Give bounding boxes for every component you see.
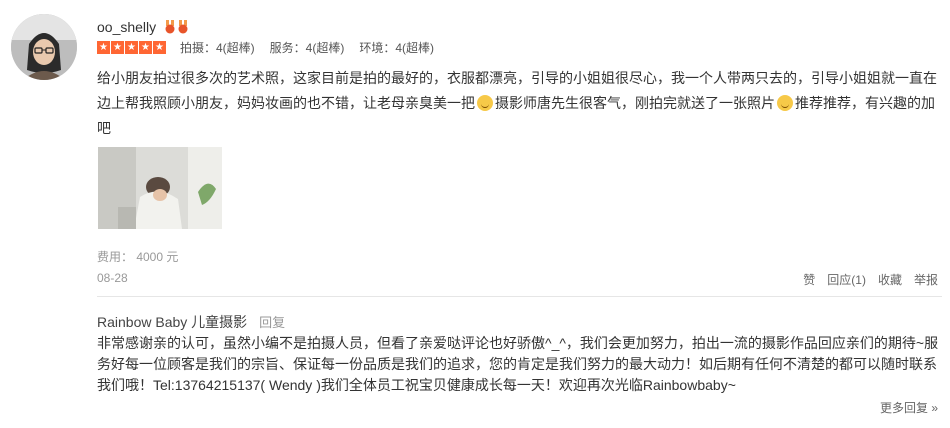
- smiley-emoji-icon: [477, 95, 493, 111]
- rating-environment: 环境：4(超棒): [359, 41, 435, 55]
- review-text: 给小朋友拍过很多次的艺术照，这家目前是拍的最好的，衣服都漂亮，引导的小姐姐很尽心…: [97, 66, 937, 141]
- review-date: 08-28: [97, 271, 128, 285]
- merchant-name: Rainbow Baby 儿童摄影: [97, 314, 248, 330]
- smiley-emoji-icon: [777, 95, 793, 111]
- review-text-part2: 摄影师唐先生很客气，刚拍完就送了一张照片: [495, 95, 775, 111]
- user-medals: [164, 20, 189, 34]
- star-icon: ★: [125, 41, 138, 54]
- avatar-image: [11, 14, 77, 80]
- photo-image: [98, 147, 222, 229]
- merchant-reply-header: Rainbow Baby 儿童摄影 回复: [97, 312, 285, 332]
- review-photo-thumbnail[interactable]: [98, 147, 222, 229]
- rating-row: ★ ★ ★ ★ ★ 拍摄：4(超棒) 服务：4(超棒) 环境：4(超棒): [97, 39, 449, 56]
- reply-button[interactable]: 回应(1): [827, 271, 866, 288]
- star-icon: ★: [153, 41, 166, 54]
- medal-icon: [178, 20, 188, 34]
- like-button[interactable]: 赞: [803, 271, 815, 288]
- favorite-button[interactable]: 收藏: [878, 271, 902, 288]
- medal-icon: [165, 20, 175, 34]
- review-fee: 费用： 4000 元: [97, 250, 179, 264]
- star-rating: ★ ★ ★ ★ ★: [97, 41, 166, 54]
- merchant-reply-text: 非常感谢亲的认可，虽然小编不是拍摄人员，但看了亲爱哒评论也好骄傲^_^，我们会更…: [97, 335, 939, 393]
- report-button[interactable]: 举报: [914, 271, 938, 288]
- rating-service: 服务：4(超棒): [269, 41, 345, 55]
- rating-photography: 拍摄：4(超棒): [180, 41, 255, 55]
- divider: [97, 296, 942, 297]
- review-actions: 赞 回应(1) 收藏 举报: [803, 271, 938, 288]
- star-icon: ★: [97, 41, 110, 54]
- merchant-reply-link[interactable]: 回复: [259, 312, 285, 331]
- star-icon: ★: [111, 41, 124, 54]
- username-link[interactable]: oo_shelly: [97, 19, 156, 35]
- star-icon: ★: [139, 41, 152, 54]
- user-avatar[interactable]: [11, 14, 77, 80]
- more-replies-link[interactable]: 更多回复 »: [880, 399, 938, 416]
- review-author: oo_shelly: [97, 19, 189, 35]
